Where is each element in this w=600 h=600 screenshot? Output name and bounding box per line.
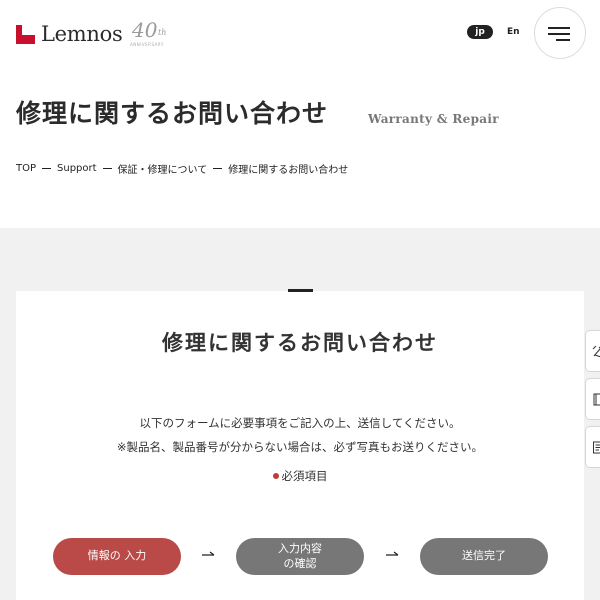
breadcrumb-separator xyxy=(213,168,223,169)
step-confirm-line2: の確認 xyxy=(283,556,317,570)
breadcrumb-top-link[interactable]: TOP xyxy=(16,163,36,174)
step-confirm-line1: 入力内容 xyxy=(278,541,322,555)
step-confirm: 入力内容 の確認 xyxy=(236,538,364,575)
brand-logo[interactable]: Lemnos xyxy=(16,22,123,46)
side-tab-contact[interactable] xyxy=(585,426,600,468)
site-header: Lemnos 40 th ANNIVERSARY jp En xyxy=(0,0,600,70)
catalog-icon xyxy=(593,393,600,406)
step-arrow-icon xyxy=(386,551,399,556)
form-note: ※製品名、製品番号が分からない場合は、必ず写真もお送りください。 xyxy=(116,440,484,454)
required-label: 必須項目 xyxy=(281,469,328,483)
step-complete-label: 送信完了 xyxy=(462,549,506,563)
tools-icon xyxy=(592,345,600,358)
lang-en-button[interactable]: En xyxy=(507,27,520,37)
breadcrumb-separator xyxy=(102,168,112,169)
hamburger-menu-icon xyxy=(548,27,570,29)
menu-button[interactable] xyxy=(534,7,586,59)
breadcrumb-current: 修理に関するお問い合わせ xyxy=(228,165,349,176)
required-legend: 必須項目 xyxy=(16,468,584,484)
lang-jp-button[interactable]: jp xyxy=(467,25,493,39)
language-switch: jp En xyxy=(467,25,520,39)
anniversary-label: ANNIVERSARY xyxy=(130,42,164,47)
page-title: 修理に関するお問い合わせ xyxy=(16,99,329,128)
breadcrumb-support-link[interactable]: Support xyxy=(57,163,97,174)
brand-name: Lemnos xyxy=(41,22,123,46)
page-subtitle: Warranty & Repair xyxy=(368,112,499,126)
step-complete: 送信完了 xyxy=(420,538,548,575)
anniversary-logo: 40 th ANNIVERSARY xyxy=(130,18,172,48)
breadcrumb-warranty-link[interactable]: 保証・修理について xyxy=(118,161,208,176)
step-confirm-label: 入力内容 の確認 xyxy=(278,542,322,572)
hamburger-menu-icon-line xyxy=(556,39,570,41)
side-tab-catalog[interactable] xyxy=(585,378,600,420)
section-marker xyxy=(288,289,313,292)
anniversary-suffix: th xyxy=(158,28,167,37)
document-icon xyxy=(593,441,600,454)
form-card: 修理に関するお問い合わせ 以下のフォームに必要事項をご記入の上、送信してください… xyxy=(16,291,584,600)
form-description: 以下のフォームに必要事項をご記入の上、送信してください。 xyxy=(139,416,461,430)
step-arrow-icon xyxy=(202,551,215,556)
step-input-label: 情報の 入力 xyxy=(87,549,147,563)
logo-mark-icon xyxy=(16,24,35,44)
hamburger-menu-icon-line xyxy=(548,33,570,35)
side-tab-repair[interactable] xyxy=(585,330,600,372)
step-input: 情報の 入力 xyxy=(53,538,181,575)
form-title: 修理に関するお問い合わせ xyxy=(162,331,438,355)
breadcrumb: TOP Support 保証・修理について 修理に関するお問い合わせ xyxy=(16,161,348,176)
required-dot-icon xyxy=(272,473,279,479)
anniversary-number: 40 xyxy=(132,18,158,42)
breadcrumb-separator xyxy=(42,168,52,169)
